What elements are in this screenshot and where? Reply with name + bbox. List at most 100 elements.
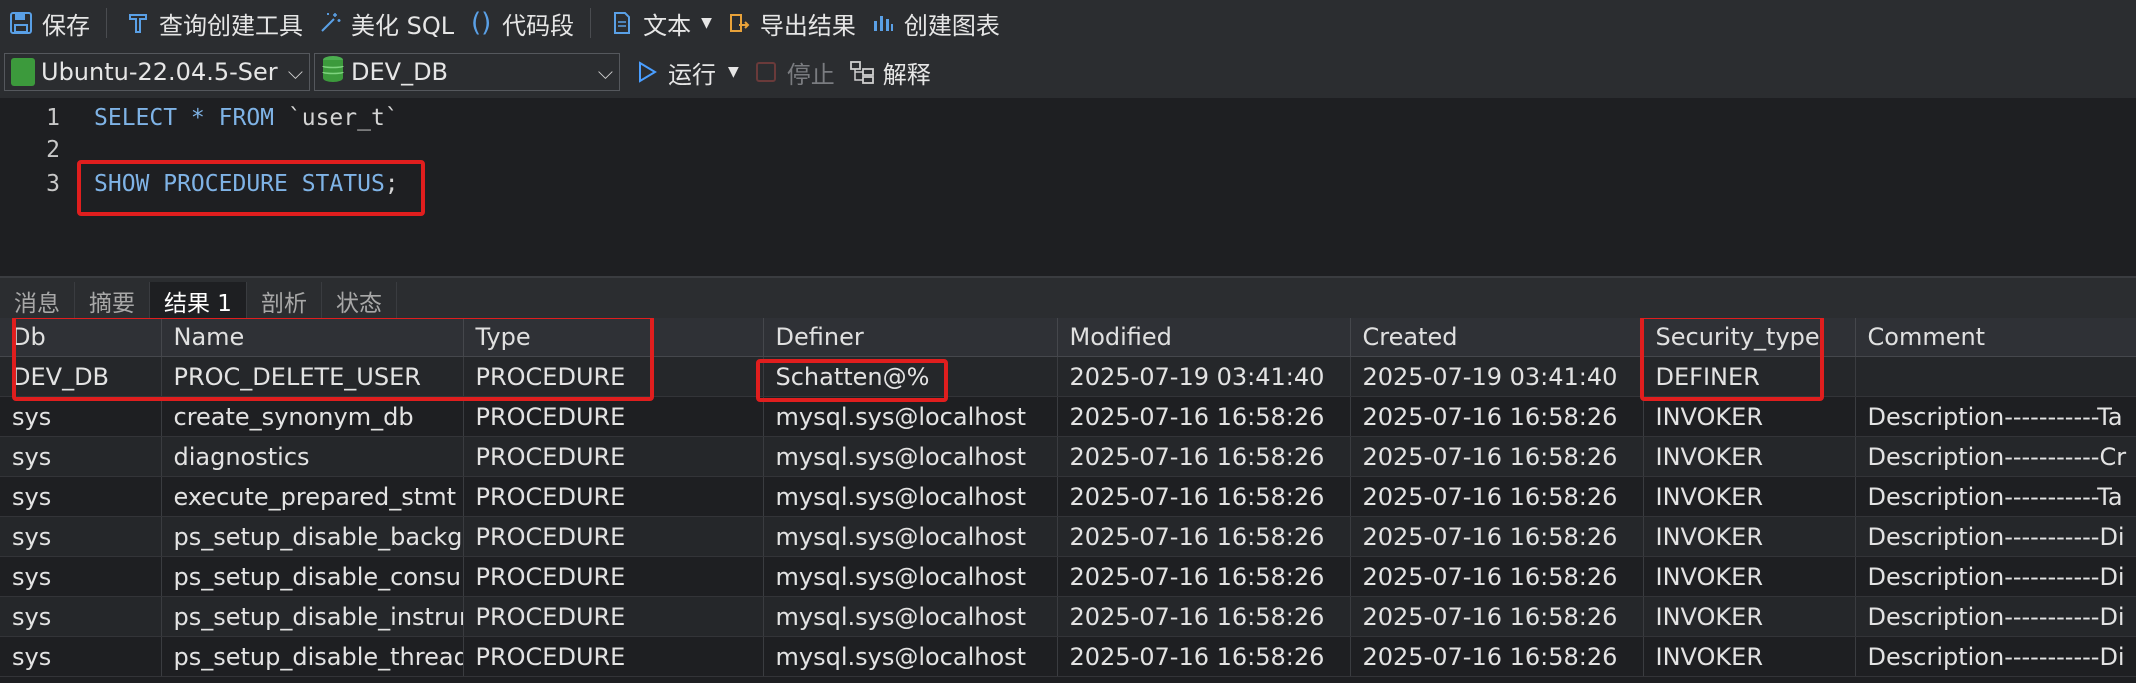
cell-security-type[interactable]: INVOKER [1643,476,1856,517]
cell-definer[interactable]: mysql.sys@localhost [763,476,1058,517]
table-row[interactable]: sys ps_setup_disable_consun PROCEDURE mysql… [0,556,2136,597]
dropdown-arrow-icon: ▼ [728,64,739,80]
cell-comment[interactable]: Description-----------Di [1855,636,2136,677]
cell-modified[interactable]: 2025-07-16 16:58:26 [1057,636,1351,677]
cell-created[interactable]: 2025-07-16 16:58:26 [1350,556,1644,597]
stop-icon [751,57,781,87]
cell-comment[interactable]: Description-----------Di [1855,556,2136,597]
cell-name[interactable]: ps_setup_disable_thread [161,636,464,677]
cell-created[interactable]: 2025-07-16 16:58:26 [1350,596,1644,637]
highlight-box [1640,318,1824,401]
table-row[interactable]: sys execute_prepared_stmt PROCEDURE mysql.s… [0,476,2136,517]
cell-security-type[interactable]: INVOKER [1643,596,1856,637]
cell-type[interactable]: PROCEDURE [463,596,764,637]
export-results-button[interactable]: 导出结果 [718,0,862,46]
cell-modified[interactable]: 2025-07-16 16:58:26 [1057,556,1351,597]
cell-comment[interactable]: Description-----------Ta [1855,476,2136,517]
cell-definer[interactable]: mysql.sys@localhost [763,396,1058,437]
save-button[interactable]: 保存 [0,0,96,46]
table-row[interactable]: sys ps_setup_disable_thread PROCEDURE mysql… [0,636,2136,677]
table-row[interactable]: sys create_synonym_db PROCEDURE mysql.sys@l… [0,396,2136,437]
cell-db[interactable]: sys [0,636,162,677]
cell-type[interactable]: PROCEDURE [463,556,764,597]
cell-name[interactable]: ps_setup_disable_instrun [161,596,464,637]
run-button[interactable]: 运行 ▼ [626,49,745,95]
cell-security-type[interactable]: INVOKER [1643,436,1856,477]
cell-security-type[interactable]: INVOKER [1643,516,1856,557]
cell-security-type[interactable]: INVOKER [1643,396,1856,437]
cell-db[interactable]: sys [0,556,162,597]
cell-created[interactable]: 2025-07-16 16:58:26 [1350,476,1644,517]
cell-type[interactable]: PROCEDURE [463,636,764,677]
stop-label: 停止 [786,60,835,89]
cell-modified[interactable]: 2025-07-16 16:58:26 [1057,396,1351,437]
cell-created[interactable]: 2025-07-16 16:58:26 [1350,396,1644,437]
cell-created[interactable]: 2025-07-16 16:58:26 [1350,516,1644,557]
server-select[interactable]: Ubuntu-22.04.5-Ser ⌵ [4,53,310,91]
stop-button[interactable]: 停止 [745,49,841,95]
chart-icon [868,8,898,38]
create-chart-button[interactable]: 创建图表 [862,0,1006,46]
cell-name[interactable]: execute_prepared_stmt [161,476,464,517]
cell-comment[interactable]: Description-----------Di [1855,516,2136,557]
database-select[interactable]: DEV_DB ⌵ [314,53,620,91]
column-header-created[interactable]: Created [1350,318,1644,357]
tab-result-1[interactable]: 结果 1 [150,282,247,320]
save-label: 保存 [42,11,90,40]
cell-modified[interactable]: 2025-07-16 16:58:26 [1057,516,1351,557]
cell-type[interactable]: PROCEDURE [463,516,764,557]
export-results-label: 导出结果 [759,11,856,40]
tab-summary[interactable]: 摘要 [75,282,150,320]
column-header-definer[interactable]: Definer [763,318,1058,357]
cell-security-type[interactable]: INVOKER [1643,636,1856,677]
cell-definer[interactable]: mysql.sys@localhost [763,596,1058,637]
explain-button[interactable]: 解释 [841,49,937,95]
column-header-modified[interactable]: Modified [1057,318,1351,357]
cell-type[interactable]: PROCEDURE [463,436,764,477]
cell-name[interactable]: create_synonym_db [161,396,464,437]
beautify-sql-button[interactable]: 美化 SQL [309,0,460,46]
cell-type[interactable]: PROCEDURE [463,396,764,437]
query-builder-label: 查询创建工具 [159,11,303,40]
cell-created[interactable]: 2025-07-19 03:41:40 [1350,356,1644,397]
chevron-down-icon: ⌵ [597,60,613,84]
tab-profile[interactable]: 剖析 [247,282,322,320]
cell-definer[interactable]: mysql.sys@localhost [763,516,1058,557]
table-row[interactable]: sys ps_setup_disable_backgr PROCEDURE mysql… [0,516,2136,557]
cell-created[interactable]: 2025-07-16 16:58:26 [1350,436,1644,477]
cell-security-type[interactable]: INVOKER [1643,556,1856,597]
cell-db[interactable]: sys [0,436,162,477]
cell-definer[interactable]: mysql.sys@localhost [763,556,1058,597]
sql-editor[interactable]: 1 SELECT * FROM `user_t` 2 3 SHOW PROCED… [0,98,2136,276]
text-mode-button[interactable]: 文本 ▼ [601,0,718,46]
cell-modified[interactable]: 2025-07-16 16:58:26 [1057,596,1351,637]
code-snippet-button[interactable]: () 代码段 [460,0,580,46]
table-row[interactable]: sys diagnostics PROCEDURE mysql.sys@localho… [0,436,2136,477]
highlight-box [756,359,948,402]
code-snippet-label: 代码段 [502,11,575,40]
cell-name[interactable]: diagnostics [161,436,464,477]
cell-comment[interactable]: Description-----------Cr [1855,436,2136,477]
query-builder-button[interactable]: 查询创建工具 [117,0,309,46]
cell-modified[interactable]: 2025-07-16 16:58:26 [1057,436,1351,477]
cell-db[interactable]: sys [0,476,162,517]
chevron-down-icon: ⌵ [287,60,303,84]
cell-db[interactable]: sys [0,516,162,557]
cell-type[interactable]: PROCEDURE [463,476,764,517]
cell-name[interactable]: ps_setup_disable_backgr [161,516,464,557]
cell-name[interactable]: ps_setup_disable_consun [161,556,464,597]
cell-definer[interactable]: mysql.sys@localhost [763,636,1058,677]
tab-messages[interactable]: 消息 [0,282,75,320]
table-row[interactable]: sys ps_setup_disable_instrun PROCEDURE mysq… [0,596,2136,637]
cell-created[interactable]: 2025-07-16 16:58:26 [1350,636,1644,677]
cell-db[interactable]: sys [0,396,162,437]
cell-comment[interactable]: Description-----------Di [1855,596,2136,637]
column-header-comment[interactable]: Comment [1855,318,2136,357]
tab-status[interactable]: 状态 [322,282,397,320]
cell-db[interactable]: sys [0,596,162,637]
cell-comment[interactable]: Description-----------Ta [1855,396,2136,437]
cell-modified[interactable]: 2025-07-19 03:41:40 [1057,356,1351,397]
cell-comment[interactable] [1855,356,2136,397]
cell-definer[interactable]: mysql.sys@localhost [763,436,1058,477]
cell-modified[interactable]: 2025-07-16 16:58:26 [1057,476,1351,517]
